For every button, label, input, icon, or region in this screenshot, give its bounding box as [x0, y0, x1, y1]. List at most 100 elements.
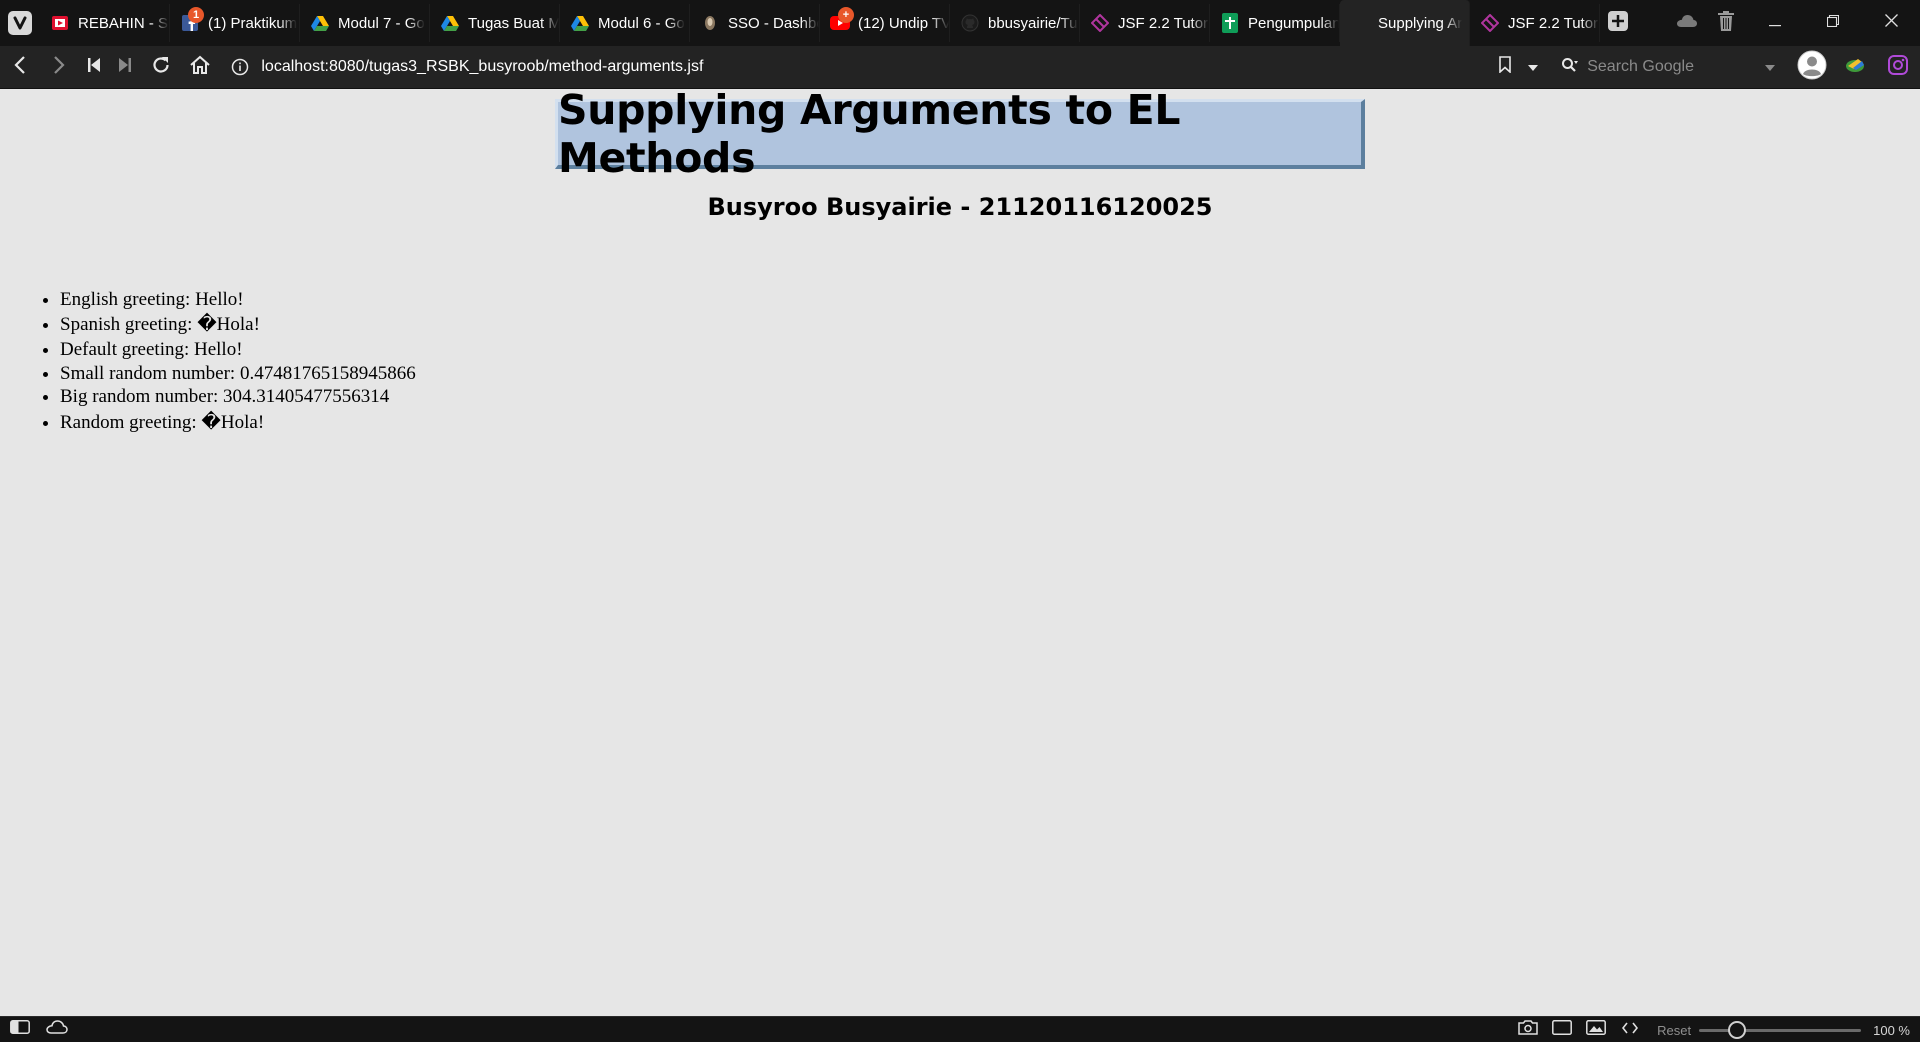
- bookmark-dropdown[interactable]: [1521, 46, 1545, 89]
- minimize-icon: [1769, 14, 1781, 32]
- tab-title: Supplying Ar: [1378, 14, 1463, 32]
- page-actions-button[interactable]: [1613, 1017, 1647, 1042]
- search-icon: [1561, 57, 1579, 78]
- camera-icon: [1518, 1020, 1538, 1040]
- facebook-icon: 1: [180, 7, 204, 33]
- search-field[interactable]: [1553, 49, 1776, 85]
- url-text: localhost:8080/tugas3_RSBK_busyroob/meth…: [261, 58, 704, 75]
- fast-forward-button[interactable]: [110, 46, 141, 89]
- tab-pengumpulan[interactable]: Pengumpulan: [1210, 4, 1340, 42]
- notification-badge: 1: [188, 7, 204, 23]
- forward-button[interactable]: [39, 46, 78, 89]
- zoom-reset-button[interactable]: Reset: [1657, 1023, 1691, 1038]
- sync-status-button[interactable]: [40, 1017, 74, 1042]
- sso-icon: [700, 13, 720, 33]
- skip-forward-icon: [119, 57, 132, 77]
- status-bar-right: Reset 100 %: [1511, 1017, 1920, 1042]
- tab-rebahin[interactable]: REBAHIN - Si: [40, 4, 170, 42]
- results-list: English greeting: Hello! Spanish greetin…: [60, 288, 416, 436]
- capture-button[interactable]: [1511, 1017, 1545, 1042]
- code-icon: [1622, 1021, 1639, 1039]
- list-item-random-greeting: Random greeting: �Hola!: [60, 409, 416, 436]
- tab-title: Pengumpulan: [1248, 14, 1339, 32]
- rebahin-icon: [50, 13, 70, 33]
- images-toggle-button[interactable]: [1579, 1017, 1613, 1042]
- site-info-icon[interactable]: [225, 58, 255, 76]
- extension-button[interactable]: [1834, 46, 1877, 89]
- jsf-icon: [1090, 13, 1110, 33]
- google-drive-icon: [310, 13, 330, 33]
- window-controls: [1668, 0, 1920, 46]
- author-subtitle: Busyroo Busyairie - 21120116120025: [707, 193, 1213, 221]
- list-item-default-greeting: Default greeting: Hello!: [60, 338, 416, 361]
- plus-icon: [1607, 10, 1629, 37]
- new-tab-button[interactable]: [1600, 0, 1636, 46]
- panel-icon: [10, 1020, 30, 1039]
- zoom-slider-thumb[interactable]: [1728, 1021, 1747, 1039]
- instagram-button[interactable]: [1877, 46, 1920, 89]
- profile-button[interactable]: [1791, 46, 1834, 89]
- instagram-icon: [1888, 54, 1909, 80]
- page-tiling-button[interactable]: [1545, 1017, 1579, 1042]
- window-icon: [1552, 1020, 1573, 1040]
- extension-icon: [1844, 56, 1866, 79]
- tab-modul-6[interactable]: Modul 6 - Go: [560, 4, 690, 42]
- status-bar: Reset 100 %: [0, 1016, 1920, 1042]
- search-engine-chevron-icon[interactable]: [1765, 58, 1776, 76]
- close-icon: [1884, 14, 1898, 32]
- trash-icon: [1718, 10, 1734, 36]
- tab-title: Modul 6 - Go: [598, 14, 685, 32]
- google-drive-icon: [440, 13, 460, 33]
- minimize-button[interactable]: [1746, 0, 1804, 46]
- tab-tugas-buat[interactable]: Tugas Buat M: [430, 4, 560, 42]
- tab-title: JSF 2.2 Tutori: [1118, 14, 1209, 32]
- list-item-big-random-number: Big random number: 304.31405477556314: [60, 385, 416, 408]
- google-drive-icon: [570, 13, 590, 33]
- browser-menu-button[interactable]: [0, 0, 40, 46]
- panel-toggle-button[interactable]: [0, 1017, 40, 1042]
- arrow-right-icon: [53, 55, 65, 80]
- status-bar-left: [0, 1017, 74, 1042]
- tab-jsf-tutorial-2[interactable]: JSF 2.2 Tutori: [1470, 4, 1600, 42]
- restore-button[interactable]: [1804, 0, 1862, 46]
- tab-jsf-tutorial[interactable]: JSF 2.2 Tutori: [1080, 4, 1210, 42]
- arrow-left-icon: [14, 55, 26, 80]
- home-icon: [189, 55, 211, 80]
- zoom-level: 100 %: [1873, 1022, 1910, 1038]
- search-input[interactable]: [1587, 58, 1748, 76]
- page-title: Supplying Arguments to EL Methods: [558, 85, 1181, 182]
- tab-title: Tugas Buat M: [468, 14, 559, 32]
- tab-praktikum[interactable]: 1 (1) Praktikum: [170, 4, 300, 42]
- rewind-button[interactable]: [78, 46, 109, 89]
- skip-back-icon: [88, 57, 101, 77]
- tab-title: (1) Praktikum: [208, 14, 298, 32]
- zoom-slider-track: [1699, 1029, 1862, 1032]
- trash-button[interactable]: [1706, 0, 1746, 46]
- zoom-slider[interactable]: [1699, 1017, 1862, 1042]
- tab-github[interactable]: bbusyairie/Tu: [950, 4, 1080, 42]
- reload-button[interactable]: [141, 46, 180, 89]
- bookmark-button[interactable]: [1489, 46, 1521, 89]
- back-button[interactable]: [0, 46, 39, 89]
- youtube-icon: +: [830, 7, 854, 33]
- tab-title: Modul 7 - Go: [338, 14, 425, 32]
- tab-supplying-arguments[interactable]: Supplying Ar: [1340, 0, 1470, 46]
- bookmark-icon: [1499, 56, 1512, 78]
- url-field[interactable]: localhost:8080/tugas3_RSBK_busyroob/meth…: [225, 46, 1469, 89]
- blank-page-icon: [1350, 13, 1370, 33]
- tab-sso-dashboard[interactable]: SSO - Dashbo: [690, 4, 820, 42]
- tab-title: REBAHIN - Si: [78, 14, 169, 32]
- jsf-icon: [1480, 13, 1500, 33]
- bookmark-controls: [1489, 46, 1545, 89]
- notification-badge: +: [838, 7, 854, 23]
- tab-modul-7[interactable]: Modul 7 - Go: [300, 4, 430, 42]
- github-icon: [960, 13, 980, 33]
- tab-title: bbusyairie/Tu: [988, 14, 1078, 32]
- home-button[interactable]: [180, 46, 219, 89]
- tab-undip-tv[interactable]: + (12) Undip TV: [820, 4, 950, 42]
- tab-title: JSF 2.2 Tutori: [1508, 14, 1599, 32]
- close-window-button[interactable]: [1862, 0, 1920, 46]
- tab-bar: REBAHIN - Si 1 (1) Praktikum Modul 7 - G…: [0, 0, 1920, 46]
- sync-button[interactable]: [1668, 0, 1706, 46]
- address-bar: localhost:8080/tugas3_RSBK_busyroob/meth…: [0, 46, 1920, 89]
